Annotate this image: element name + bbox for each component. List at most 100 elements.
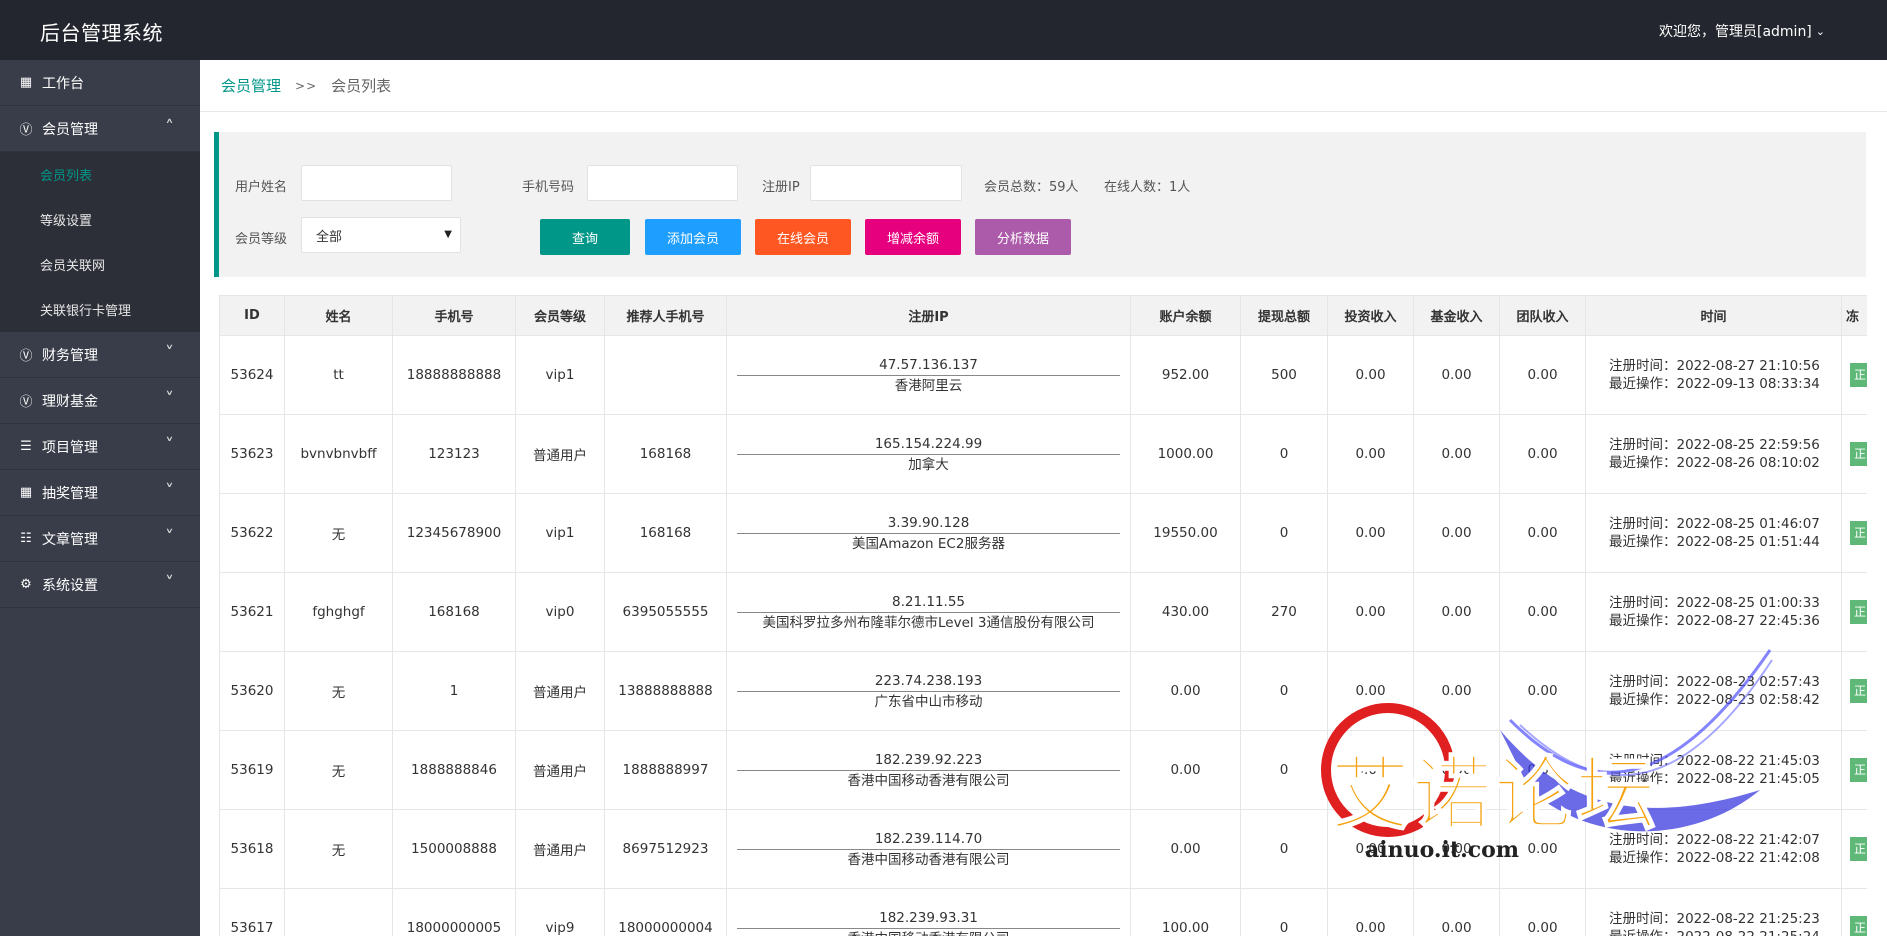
chevron-down-icon: ˅ [165, 481, 174, 502]
cell-balance: 1000.00 [1130, 414, 1241, 494]
level-label: 会员等级 [235, 232, 288, 247]
query-button[interactable]: 查询 [540, 219, 630, 255]
freeze-button[interactable]: 正 [1850, 837, 1867, 861]
last-op-value: 2022-08-22 21:45:05 [1676, 771, 1820, 787]
cell-team: 0.00 [1499, 809, 1586, 889]
reg-time-value: 2022-08-22 21:45:03 [1676, 753, 1820, 769]
cell-referrer: 8697512923 [604, 809, 727, 889]
cell-invest: 0.00 [1327, 572, 1414, 652]
last-op-value: 2022-09-13 08:33:34 [1676, 376, 1820, 392]
sidebar-subitem-1[interactable]: 等级设置 [0, 197, 200, 242]
level-select[interactable]: 全部 ▼ [301, 217, 461, 253]
freeze-button[interactable]: 正 [1850, 521, 1867, 545]
user-menu[interactable]: 欢迎您，管理员[admin] ⌄ [1659, 21, 1825, 41]
cell-time: 注册时间：2022-08-22 21:25:23最近操作：2022-08-22 … [1585, 888, 1842, 936]
gear-icon: ⚙ [20, 577, 32, 592]
sidebar-subitem-0[interactable]: 会员列表 [0, 152, 200, 197]
username-label: 用户姓名 [235, 180, 288, 195]
cell-action: 正 [1841, 493, 1867, 573]
cell-balance: 0.00 [1130, 809, 1241, 889]
cell-ip: 8.21.11.55 美国科罗拉多州布隆菲尔德市Level 3通信股份有限公司 [726, 572, 1131, 652]
table-row: 53622 无 12345678900 vip1 168168 3.39.90.128 美国… [219, 493, 1867, 573]
last-op-time: 最近操作：2022-08-22 21:25:24 [1609, 928, 1841, 936]
sidebar-item-label: 会员管理 [42, 121, 98, 138]
cell-name: 无 [284, 730, 393, 810]
cell-phone: 18888888888 [392, 335, 516, 415]
ip-location: 香港阿里云 [894, 377, 963, 394]
sidebar-subitem-2[interactable]: 会员关联网 [0, 242, 200, 287]
cell-phone: 168168 [392, 572, 516, 652]
analyze-data-button[interactable]: 分析数据 [975, 219, 1071, 255]
cell-withdraw: 0 [1240, 493, 1328, 573]
sidebar-item-label: 项目管理 [42, 439, 98, 456]
cell-time: 注册时间：2022-08-25 01:00:33 最近操作：2022-08-27 … [1585, 572, 1842, 652]
reg-time-label: 注册时间： [1609, 516, 1677, 532]
sidebar-item-6[interactable]: ☷ 文章管理 ˅ [0, 516, 200, 562]
adjust-balance-button[interactable]: 增减余额 [865, 219, 961, 255]
breadcrumb-parent[interactable]: 会员管理 [221, 75, 281, 96]
cell-level: 普通用户 [515, 730, 605, 810]
cell-invest: 0.00 [1327, 888, 1414, 936]
ip-location: 香港中国移动香港有限公司 [737, 929, 1120, 936]
phone-input[interactable] [587, 165, 738, 201]
cell-level: 普通用户 [515, 651, 605, 731]
online-members: 在线人数：1人 [1104, 180, 1191, 195]
main-content: 会员管理 >> 会员列表 用户姓名 手机号码 注册IP 会员总数：59人 在线人… [200, 60, 1887, 936]
freeze-button[interactable]: 正 [1850, 600, 1867, 624]
sidebar-subitem-3[interactable]: 关联银行卡管理 [0, 287, 200, 332]
username-input[interactable] [301, 165, 452, 201]
cell-fund: 0.00 [1413, 651, 1500, 731]
freeze-button[interactable]: 正 [1850, 363, 1867, 387]
sidebar-item-4[interactable]: ☰ 项目管理 ˅ [0, 424, 200, 470]
reg-time-label: 注册时间： [1609, 358, 1677, 374]
ip-label: 注册IP [762, 180, 800, 195]
freeze-button[interactable]: 正 [1850, 916, 1867, 936]
ip-address: 3.39.90.128 [737, 514, 1120, 534]
freeze-button[interactable]: 正 [1850, 442, 1867, 466]
cell-referrer: 168168 [604, 493, 727, 573]
column-header: 时间 [1585, 295, 1842, 336]
sidebar-item-3[interactable]: Ⓥ 理财基金 ˅ [0, 378, 200, 424]
user-greeting: 欢迎您，管理员[admin] [1658, 24, 1812, 40]
cell-invest: 0.00 [1327, 651, 1414, 731]
last-op-time: 最近操作：2022-08-25 01:51:44 [1609, 533, 1841, 551]
cell-withdraw: 0 [1240, 888, 1328, 936]
ip-input[interactable] [810, 165, 962, 201]
sidebar-item-label: 文章管理 [42, 531, 98, 548]
reg-time-label: 注册时间： [1609, 753, 1677, 769]
add-member-button[interactable]: 添加会员 [645, 219, 741, 255]
cell-id: 53622 [219, 493, 285, 573]
cell-id: 53619 [219, 730, 285, 810]
sidebar-item-5[interactable]: ▦ 抽奖管理 ˅ [0, 470, 200, 516]
sidebar-item-7[interactable]: ⚙ 系统设置 ˅ [0, 562, 200, 608]
cell-ip: 47.57.136.137 香港阿里云 [726, 335, 1131, 415]
table-row: 53623 bvnvbnvbff 123123 普通用户 168168 165.154.2… [219, 414, 1867, 494]
sidebar-item-2[interactable]: Ⓥ 财务管理 ˅ [0, 332, 200, 378]
last-op-value: 2022-08-26 08:10:02 [1676, 455, 1820, 471]
reg-time: 注册时间：2022-08-22 21:45:03 [1609, 752, 1841, 770]
cell-balance: 100.00 [1130, 888, 1241, 936]
member-table: ID 姓名 手机号 会员等级 推荐人手机号 注册IP 账户余额 提现总额 投资收入 基金收入 团队收… [219, 295, 1867, 936]
cell-level: 普通用户 [515, 414, 605, 494]
sidebar-item-label: 系统设置 [42, 577, 98, 594]
last-op-value: 2022-08-22 21:42:08 [1676, 850, 1820, 866]
column-header: 手机号 [392, 295, 516, 336]
cell-level: vip1 [515, 493, 605, 573]
cell-invest: 0.00 [1327, 730, 1414, 810]
column-header: 提现总额 [1240, 295, 1328, 336]
last-op-value: 2022-08-22 21:25:24 [1677, 929, 1820, 936]
freeze-button[interactable]: 正 [1850, 679, 1867, 703]
cell-action: 正 [1841, 572, 1867, 652]
cell-action: 正 [1841, 888, 1867, 936]
freeze-button[interactable]: 正 [1850, 758, 1867, 782]
table-row: 53617 18000000005 vip9 18000000004 182.239.9… [219, 888, 1867, 936]
cell-name: bvnvbnvbff [284, 414, 393, 494]
cell-time: 注册时间：2022-08-25 01:46:07 最近操作：2022-08-25 … [1585, 493, 1842, 573]
cell-referrer: 6395055555 [604, 572, 727, 652]
sidebar-item-0[interactable]: ▦ 工作台 [0, 60, 200, 106]
online-member-button[interactable]: 在线会员 [755, 219, 851, 255]
cell-phone: 123123 [392, 414, 516, 494]
sidebar-item-1[interactable]: Ⓥ 会员管理 ˄ [0, 106, 200, 152]
last-op-time: 最近操作：2022-08-23 02:58:42 [1609, 691, 1841, 709]
reg-time: 注册时间：2022-08-25 22:59:56 [1609, 436, 1841, 454]
